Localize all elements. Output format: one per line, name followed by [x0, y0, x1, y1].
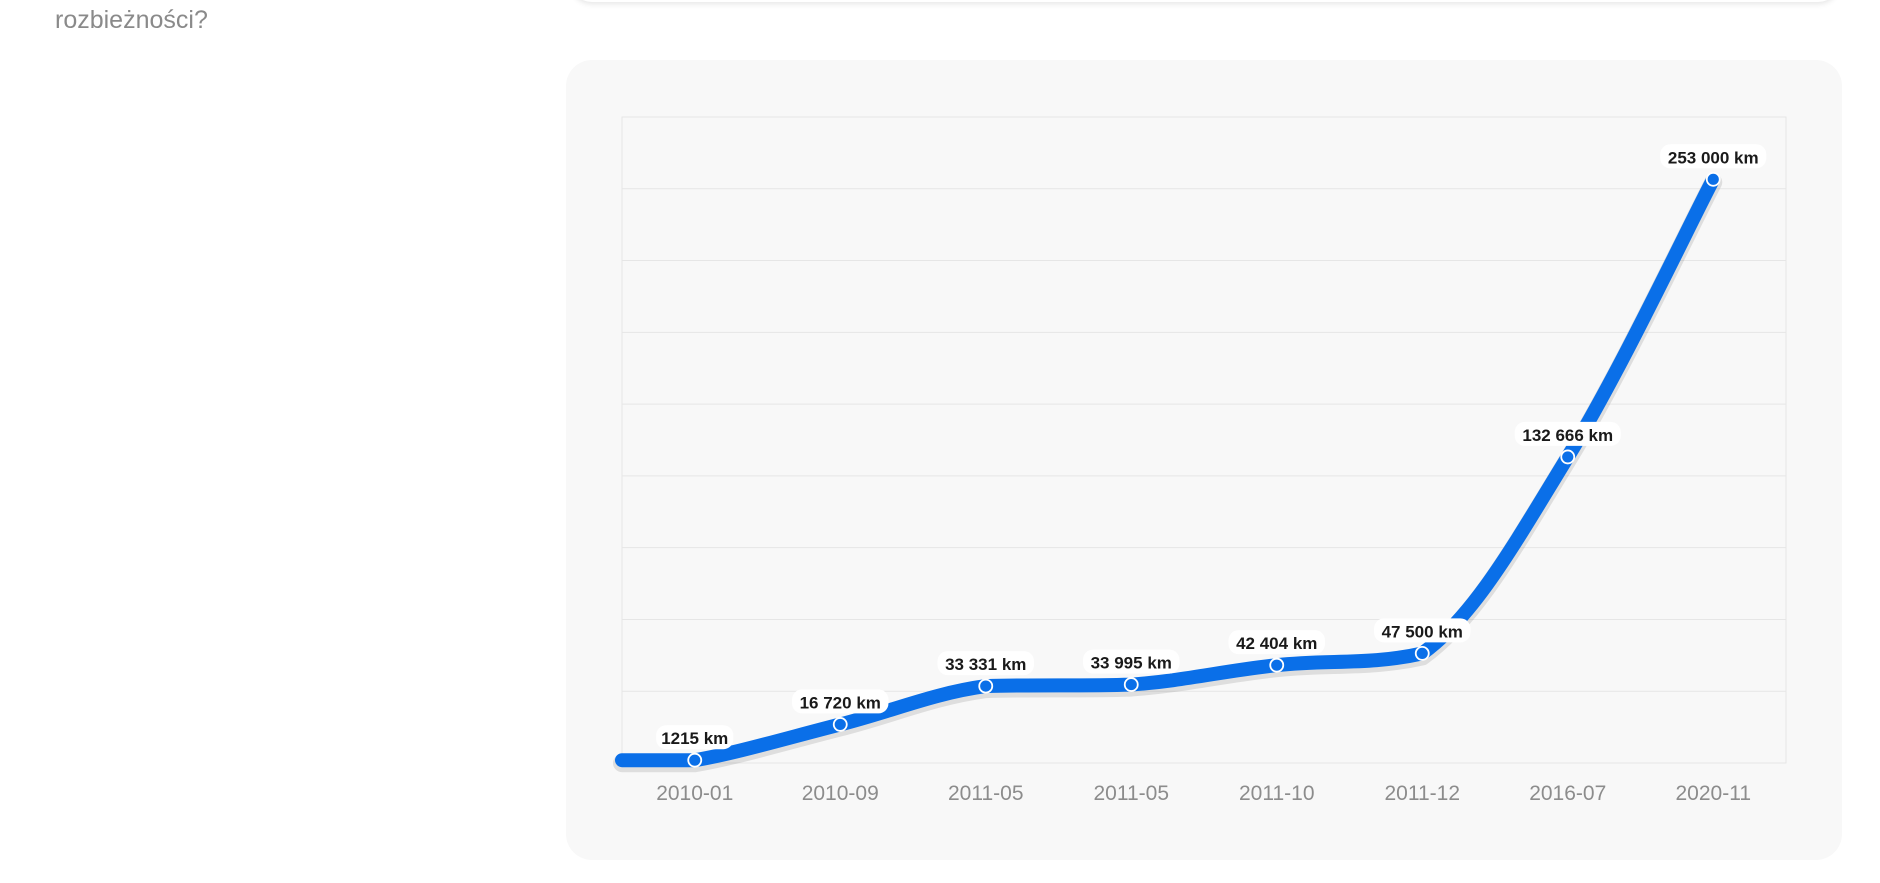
line-chart: 1215 km 16 720 km 33 331 km 33 995 km 42 404… — [613, 116, 1787, 805]
data-label: 253 000 km — [1668, 148, 1759, 167]
data-point — [687, 752, 703, 768]
x-tick-label: 2011-05 — [1093, 782, 1169, 805]
data-point — [1560, 449, 1576, 465]
data-point — [1414, 646, 1430, 661]
x-tick-label: 2011-10 — [1239, 782, 1315, 805]
x-tick-label: 2010-09 — [802, 782, 879, 805]
data-label: 42 404 km — [1236, 634, 1317, 653]
data-label: 132 666 km — [1522, 426, 1613, 445]
x-axis-ticks: 2010-01 2010-09 2011-05 2011-05 2011-10 2011-… — [656, 782, 1751, 805]
x-tick-label: 2011-05 — [948, 782, 1024, 805]
series-layer — [613, 172, 1723, 773]
data-label: 1215 km — [661, 729, 728, 748]
data-labels-layer: 1215 km 16 720 km 33 331 km 33 995 km 42 404… — [656, 144, 1767, 750]
data-point — [1123, 677, 1139, 692]
data-label: 33 331 km — [945, 655, 1026, 674]
data-point — [1705, 171, 1721, 187]
data-label: 47 500 km — [1382, 622, 1463, 641]
x-tick-label: 2016-07 — [1529, 782, 1606, 805]
data-point — [1269, 657, 1285, 673]
data-label: 33 995 km — [1091, 654, 1172, 673]
data-point — [832, 717, 848, 732]
data-point — [978, 678, 994, 694]
x-tick-label: 2010-01 — [656, 782, 733, 805]
x-tick-label: 2020-11 — [1675, 782, 1751, 805]
page: rozbieżności? 1215 km 16 720 km 33 331 km 3… — [0, 0, 1880, 883]
data-label: 16 720 km — [800, 693, 881, 712]
x-tick-label: 2011-12 — [1384, 782, 1460, 805]
